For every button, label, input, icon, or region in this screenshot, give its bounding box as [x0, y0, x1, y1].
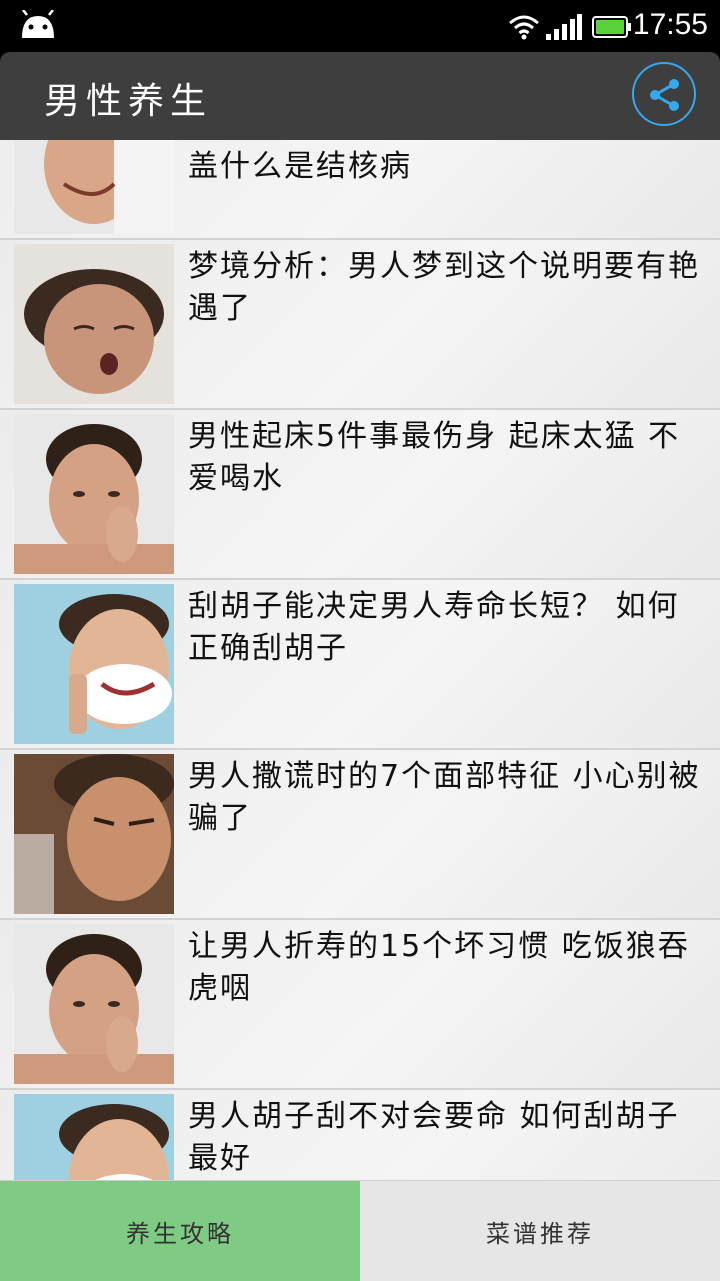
list-item[interactable]: 男人撒谎时的7个面部特征 小心别被骗了	[0, 750, 720, 920]
article-title: 盖什么是结核病	[188, 149, 412, 184]
article-thumbnail	[14, 140, 174, 234]
article-title: 男人胡子刮不对会要命 如何刮胡子最好	[188, 1099, 680, 1176]
list-item[interactable]: 让男人折寿的15个坏习惯 吃饭狼吞虎咽	[0, 920, 720, 1090]
article-thumbnail	[14, 584, 174, 744]
article-thumbnail	[14, 244, 174, 404]
share-button[interactable]	[632, 62, 696, 126]
article-thumbnail	[14, 414, 174, 574]
article-title: 刮胡子能决定男人寿命长短？ 如何正确刮胡子	[188, 589, 680, 666]
article-title: 梦境分析：男人梦到这个说明要有艳遇了	[188, 249, 700, 326]
tab-recipe-recommend[interactable]: 菜谱推荐	[360, 1181, 720, 1281]
clock: 17:55	[632, 8, 708, 41]
signal-icon	[546, 14, 582, 40]
list-item[interactable]: 刮胡子能决定男人寿命长短？ 如何正确刮胡子	[0, 580, 720, 750]
article-thumbnail	[14, 924, 174, 1084]
android-icon	[22, 10, 54, 38]
article-title: 男人撒谎时的7个面部特征 小心别被骗了	[188, 759, 701, 836]
wifi-icon	[509, 15, 539, 40]
list-item[interactable]: 梦境分析：男人梦到这个说明要有艳遇了	[0, 240, 720, 410]
status-bar: 17:55	[0, 0, 720, 52]
bottom-tab-bar: 养生攻略 菜谱推荐	[0, 1180, 720, 1281]
article-thumbnail	[14, 754, 174, 914]
battery-icon	[592, 16, 631, 38]
article-title: 男性起床5件事最伤身 起床太猛 不爱喝水	[188, 419, 681, 496]
share-icon	[650, 79, 679, 111]
app-title: 男性养生	[44, 81, 213, 122]
list-item[interactable]: 男性起床5件事最伤身 起床太猛 不爱喝水	[0, 410, 720, 580]
app-bar: 男性养生	[0, 52, 720, 140]
article-thumbnail	[14, 1094, 174, 1180]
article-list[interactable]: 盖什么是结核病 梦境分析：男人梦到这个说明要有艳遇了 男性起床5件事最伤身 起床…	[0, 140, 720, 1180]
tab-health-guide[interactable]: 养生攻略	[0, 1181, 360, 1281]
list-item[interactable]: 盖什么是结核病	[0, 140, 720, 240]
article-title: 让男人折寿的15个坏习惯 吃饭狼吞虎咽	[188, 929, 690, 1006]
list-item[interactable]: 男人胡子刮不对会要命 如何刮胡子最好	[0, 1090, 720, 1180]
